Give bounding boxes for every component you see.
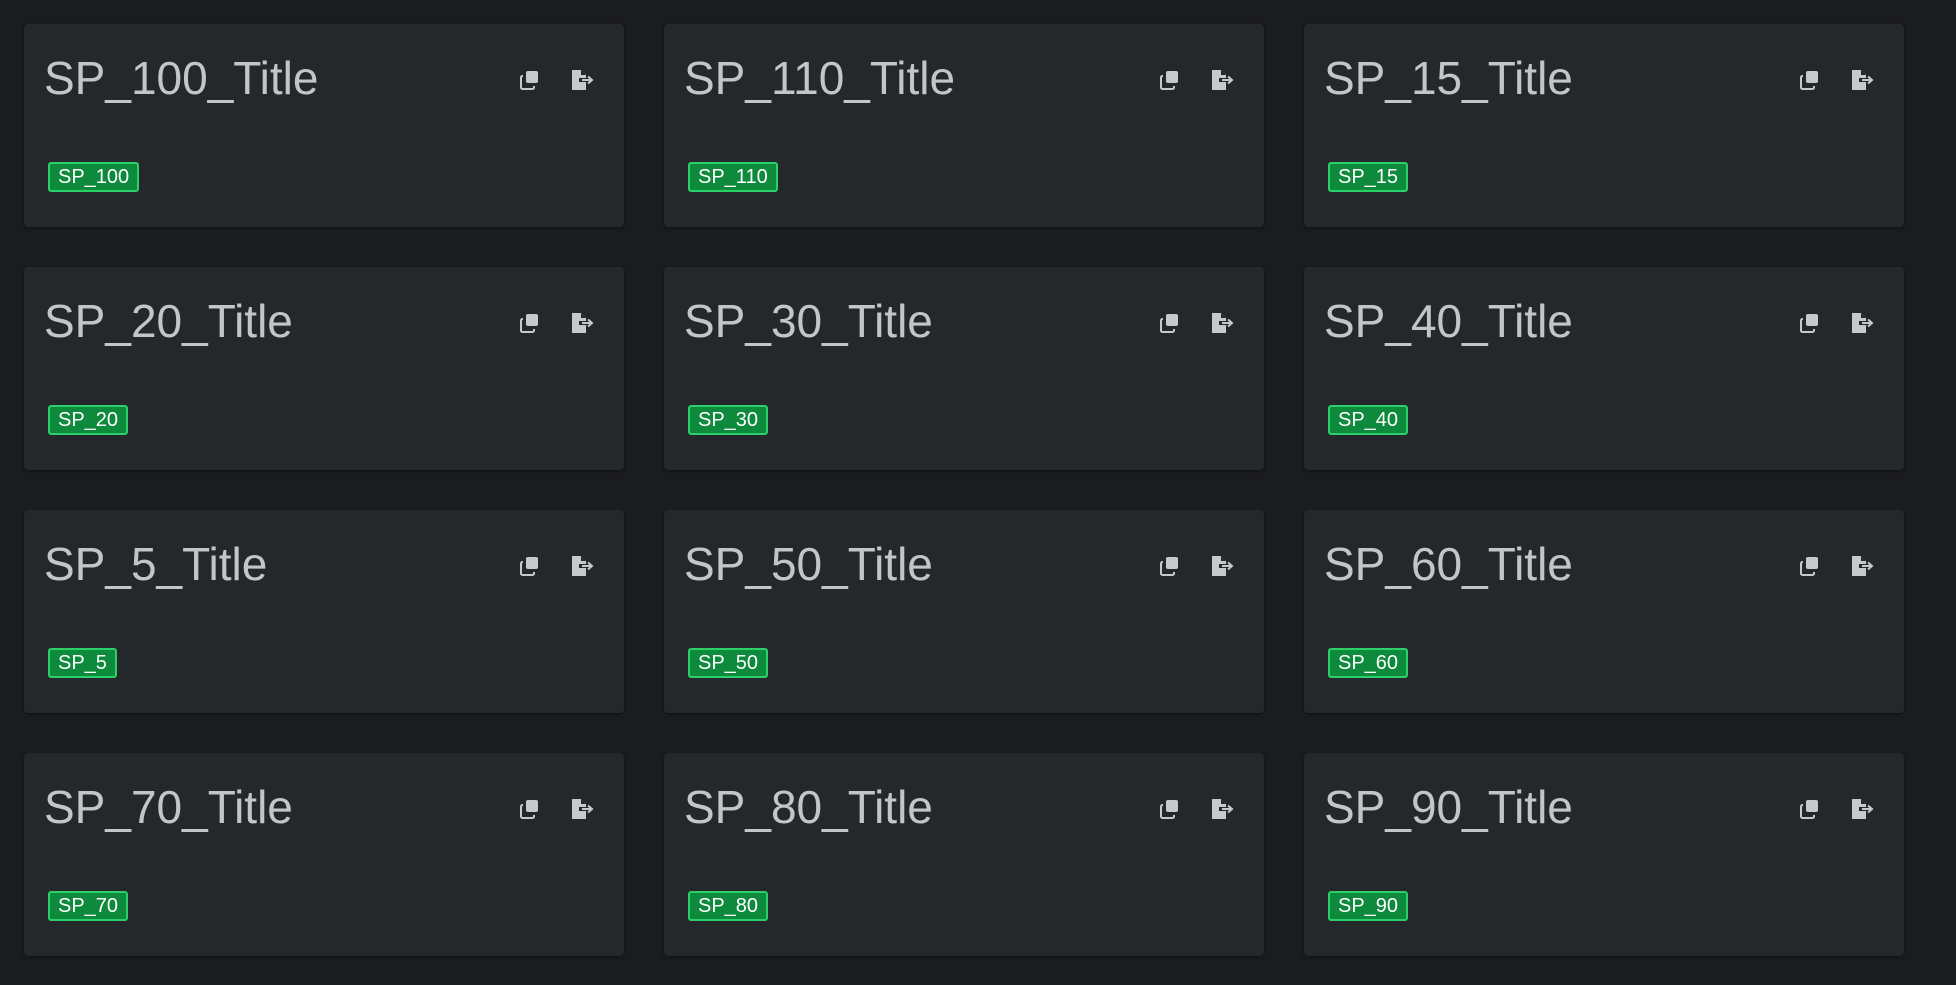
copy-icon[interactable] (1796, 795, 1824, 823)
copy-icon[interactable] (516, 66, 544, 94)
card[interactable]: SP_110_Title SP_110 (664, 24, 1264, 227)
copy-icon[interactable] (1796, 552, 1824, 580)
tag-badge: SP_20 (48, 405, 129, 435)
tag-badge: SP_110 (688, 162, 778, 192)
copy-icon[interactable] (516, 552, 544, 580)
copy-icon[interactable] (516, 795, 544, 823)
card[interactable]: SP_60_Title SP_60 (1304, 510, 1904, 713)
card[interactable]: SP_5_Title SP_5 (24, 510, 624, 713)
card[interactable]: SP_15_Title SP_15 (1304, 24, 1904, 227)
tag-badge: SP_60 (1328, 648, 1409, 678)
copy-icon[interactable] (1156, 552, 1184, 580)
tag-badge: SP_70 (48, 891, 129, 921)
card-title: SP_5_Title (44, 538, 268, 590)
card-actions (1796, 552, 1876, 580)
card-actions (516, 66, 596, 94)
copy-icon[interactable] (1156, 795, 1184, 823)
card[interactable]: SP_20_Title SP_20 (24, 267, 624, 470)
card-title: SP_100_Title (44, 52, 319, 104)
card-actions (1156, 66, 1236, 94)
card[interactable]: SP_40_Title SP_40 (1304, 267, 1904, 470)
file-export-icon[interactable] (1208, 66, 1236, 94)
card-actions (1796, 309, 1876, 337)
card-actions (516, 552, 596, 580)
file-export-icon[interactable] (1848, 66, 1876, 94)
card[interactable]: SP_80_Title SP_80 (664, 753, 1264, 956)
tag-badge: SP_40 (1328, 405, 1409, 435)
card-title: SP_90_Title (1324, 781, 1573, 833)
tag-badge: SP_30 (688, 405, 769, 435)
card-title: SP_20_Title (44, 295, 293, 347)
tag-badge: SP_100 (48, 162, 140, 192)
copy-icon[interactable] (1156, 66, 1184, 94)
card-title: SP_110_Title (684, 52, 956, 104)
card[interactable]: SP_30_Title SP_30 (664, 267, 1264, 470)
file-export-icon[interactable] (1208, 552, 1236, 580)
card-title: SP_50_Title (684, 538, 933, 590)
card-title: SP_60_Title (1324, 538, 1573, 590)
tag-badge: SP_80 (688, 891, 769, 921)
file-export-icon[interactable] (1848, 795, 1876, 823)
card-actions (1796, 66, 1876, 94)
file-export-icon[interactable] (1848, 309, 1876, 337)
card[interactable]: SP_70_Title SP_70 (24, 753, 624, 956)
tag-badge: SP_5 (48, 648, 117, 678)
file-export-icon[interactable] (1208, 795, 1236, 823)
tag-badge: SP_15 (1328, 162, 1409, 192)
card-actions (516, 309, 596, 337)
card-actions (516, 795, 596, 823)
card-title: SP_70_Title (44, 781, 293, 833)
card-actions (1796, 795, 1876, 823)
card-title: SP_40_Title (1324, 295, 1573, 347)
tag-badge: SP_50 (688, 648, 769, 678)
card-title: SP_15_Title (1324, 52, 1573, 104)
copy-icon[interactable] (516, 309, 544, 337)
copy-icon[interactable] (1156, 309, 1184, 337)
card-grid: SP_100_Title SP_100 SP_110_Title SP_110 … (24, 24, 1904, 956)
tag-badge: SP_90 (1328, 891, 1409, 921)
file-export-icon[interactable] (1208, 309, 1236, 337)
copy-icon[interactable] (1796, 309, 1824, 337)
card-actions (1156, 795, 1236, 823)
card[interactable]: SP_90_Title SP_90 (1304, 753, 1904, 956)
card-actions (1156, 552, 1236, 580)
file-export-icon[interactable] (568, 66, 596, 94)
card[interactable]: SP_50_Title SP_50 (664, 510, 1264, 713)
file-export-icon[interactable] (568, 795, 596, 823)
card-title: SP_30_Title (684, 295, 933, 347)
card[interactable]: SP_100_Title SP_100 (24, 24, 624, 227)
card-actions (1156, 309, 1236, 337)
file-export-icon[interactable] (568, 309, 596, 337)
file-export-icon[interactable] (1848, 552, 1876, 580)
file-export-icon[interactable] (568, 552, 596, 580)
copy-icon[interactable] (1796, 66, 1824, 94)
card-title: SP_80_Title (684, 781, 933, 833)
